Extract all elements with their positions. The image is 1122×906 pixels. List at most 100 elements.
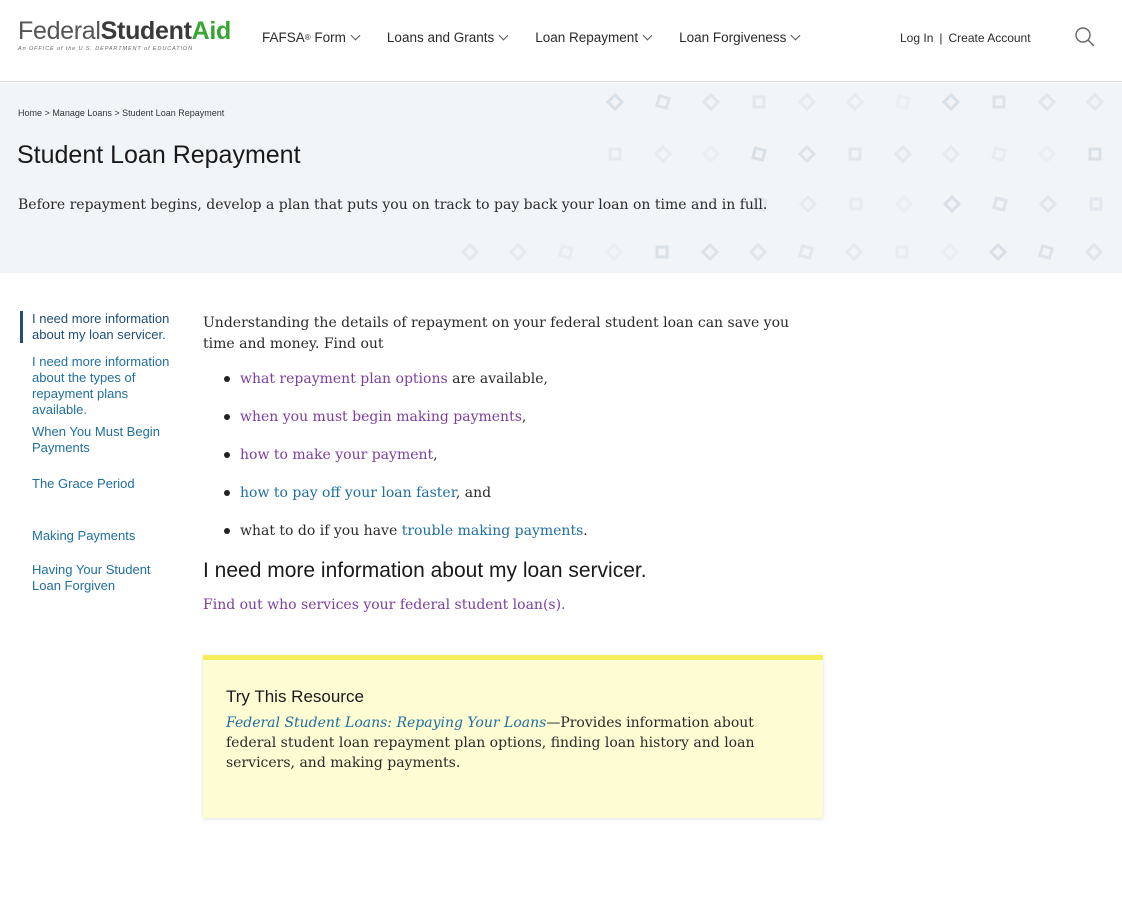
pattern-shape <box>992 95 1006 109</box>
logo-wordmark: FederalStudentAid <box>18 18 231 44</box>
main-nav: FAFSA ® Form Loans and Grants Loan Repaym… <box>262 30 827 45</box>
nav-fafsa-form[interactable]: FAFSA ® Form <box>262 30 361 45</box>
logo-tagline: An OFFICE of the U.S. DEPARTMENT of EDUC… <box>18 46 193 52</box>
list-item-text: , and <box>455 485 492 501</box>
nav-forgiveness-label: Loan Forgiveness <box>679 30 787 45</box>
sidebar-nav: I need more information about my loan se… <box>20 311 180 594</box>
pattern-shape <box>1085 92 1105 112</box>
pattern-shape <box>942 194 962 214</box>
pattern-shape <box>894 194 914 214</box>
list-item: when you must begin making payments, <box>203 407 823 427</box>
list-item: how to pay off your loan faster, and <box>203 483 823 503</box>
begin-payments-link[interactable]: when you must begin making payments <box>240 409 522 425</box>
pattern-shape <box>941 144 961 164</box>
pattern-shape <box>1038 244 1054 260</box>
create-account-link[interactable]: Create Account <box>949 31 1031 45</box>
pattern-shape <box>1084 242 1104 262</box>
pattern-shape <box>1089 197 1103 211</box>
list-item: how to make your payment, <box>203 445 823 465</box>
find-loan-servicer-link[interactable]: Find out who services your federal stude… <box>203 597 823 613</box>
chevron-down-icon <box>642 30 653 41</box>
nav-loans-label: Loans and Grants <box>386 30 495 45</box>
sidebar-item-grace-period[interactable]: The Grace Period <box>20 476 180 492</box>
repayment-plan-options-link[interactable]: what repayment plan options <box>240 371 448 387</box>
pattern-shape <box>797 144 817 164</box>
list-item: what repayment plan options are availabl… <box>203 369 823 389</box>
breadcrumb-sep: > <box>114 108 120 118</box>
topic-list: what repayment plan options are availabl… <box>203 369 823 541</box>
resource-title: Try This Resource <box>226 687 364 706</box>
chevron-down-icon <box>790 30 801 41</box>
pattern-shape <box>1038 194 1058 214</box>
sidebar-item-making-payments[interactable]: Making Payments <box>20 528 180 544</box>
pattern-shape <box>845 92 865 112</box>
breadcrumb-manage-loans[interactable]: Manage Loans <box>52 108 112 118</box>
nav-fafsa-suffix: Form <box>310 30 346 45</box>
list-item-text: , <box>521 409 527 425</box>
logo-word-student: Student <box>100 17 192 45</box>
pattern-shape <box>941 92 961 112</box>
pattern-shape <box>460 242 480 262</box>
pattern-shape <box>849 197 863 211</box>
pattern-shape <box>893 144 913 164</box>
auth-separator: | <box>939 31 943 45</box>
chevron-down-icon <box>498 30 509 41</box>
pattern-shape <box>1037 92 1057 112</box>
nav-fafsa-label: FAFSA <box>262 30 305 45</box>
pattern-shape <box>988 242 1008 262</box>
list-item: what to do if you have trouble making pa… <box>203 521 823 541</box>
pattern-shape <box>798 244 814 260</box>
make-payment-link[interactable]: how to make your payment <box>240 447 433 463</box>
pattern-shape <box>848 147 862 161</box>
list-item-text: . <box>583 523 588 539</box>
logo-word-federal: Federal <box>18 17 101 45</box>
account-links: Log In | Create Account <box>900 31 1031 45</box>
logo-word-aid: Aid <box>191 17 232 45</box>
breadcrumb: Home > Manage Loans > Student Loan Repay… <box>18 108 224 118</box>
breadcrumb-home[interactable]: Home <box>18 108 42 118</box>
list-item-text: are available, <box>447 371 548 387</box>
sidebar-item-begin-payments[interactable]: When You Must Begin Payments <box>20 424 180 456</box>
pattern-shape <box>558 244 574 260</box>
search-button[interactable] <box>1073 25 1097 49</box>
sidebar-item-repayment-plans[interactable]: I need more information about the types … <box>20 354 180 418</box>
pattern-shape <box>653 144 673 164</box>
pattern-shape <box>655 94 671 110</box>
nav-loan-forgiveness[interactable]: Loan Forgiveness <box>679 30 801 45</box>
pattern-shape <box>895 245 909 259</box>
chevron-down-icon <box>350 30 361 41</box>
resource-text: Federal Student Loans: Repaying Your Loa… <box>226 713 801 773</box>
pattern-shape <box>748 242 768 262</box>
repaying-your-loans-link[interactable]: Federal Student Loans: Repaying Your Loa… <box>226 715 546 731</box>
search-icon <box>1075 27 1095 47</box>
page-hero: Home > Manage Loans > Student Loan Repay… <box>0 83 1122 273</box>
nav-loan-repayment[interactable]: Loan Repayment <box>535 30 653 45</box>
sidebar-item-loan-forgiven[interactable]: Having Your Student Loan Forgiven <box>20 562 180 594</box>
pattern-shape <box>991 146 1007 162</box>
page-title: Student Loan Repayment <box>17 141 301 169</box>
sidebar-item-loan-servicer[interactable]: I need more information about my loan se… <box>20 311 180 343</box>
pattern-shape <box>508 242 528 262</box>
login-link[interactable]: Log In <box>900 31 933 45</box>
pattern-shape <box>1088 147 1102 161</box>
pattern-shape <box>655 245 669 259</box>
site-header: FederalStudentAid An OFFICE of the U.S. … <box>0 0 1122 82</box>
pattern-shape <box>797 92 817 112</box>
list-item-text: , <box>433 447 438 463</box>
main-content: Understanding the details of repayment o… <box>203 313 823 613</box>
pattern-shape <box>940 242 960 262</box>
nav-repayment-label: Loan Repayment <box>535 30 639 45</box>
pattern-shape <box>701 92 721 112</box>
pattern-shape <box>895 94 911 110</box>
trouble-making-payments-link[interactable]: trouble making payments <box>402 523 584 539</box>
breadcrumb-current: Student Loan Repayment <box>122 108 225 118</box>
breadcrumb-sep: > <box>44 108 50 118</box>
pattern-shape <box>844 242 864 262</box>
pattern-shape <box>701 144 721 164</box>
pay-off-faster-link[interactable]: how to pay off your loan faster <box>240 485 456 501</box>
nav-loans-and-grants[interactable]: Loans and Grants <box>386 30 509 45</box>
federal-student-aid-logo[interactable]: FederalStudentAid An OFFICE of the U.S. … <box>18 18 231 52</box>
section-heading: I need more information about my loan se… <box>203 559 647 582</box>
pattern-shape <box>605 92 625 112</box>
pattern-shape <box>752 95 766 109</box>
